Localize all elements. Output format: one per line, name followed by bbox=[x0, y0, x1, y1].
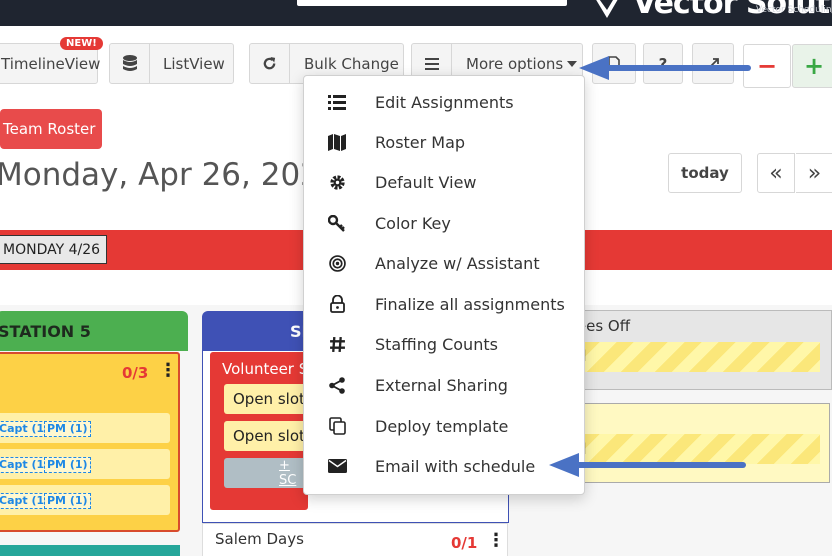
more-options-menu: Edit Assignments Roster Map Default View… bbox=[303, 75, 585, 495]
menu-item-label: Staffing Counts bbox=[375, 334, 498, 354]
menu-item-analyze-assistant[interactable]: Analyze w/ Assistant bbox=[304, 243, 584, 283]
day-label: MONDAY 4/26 bbox=[0, 235, 108, 264]
team-roster-button[interactable]: Team Roster bbox=[0, 109, 102, 149]
menu-item-staffing-counts[interactable]: Staffing Counts bbox=[304, 324, 584, 364]
menu-item-edit-assignments[interactable]: Edit Assignments bbox=[304, 82, 584, 122]
plus-label: + bbox=[803, 52, 825, 80]
top-navbar: Vector Solutions Vector Scheduling bbox=[0, 0, 832, 26]
menu-item-color-key[interactable]: Color Key bbox=[304, 203, 584, 243]
next-day-button[interactable]: » bbox=[796, 153, 832, 193]
copy-icon bbox=[326, 415, 348, 437]
new-badge: NEW! bbox=[60, 37, 103, 50]
hashtag-icon bbox=[326, 333, 348, 355]
timeline-view-label: TimelineView bbox=[1, 54, 101, 73]
pm-tag: PM (1) bbox=[44, 421, 91, 437]
list-view-label: ListView bbox=[163, 54, 225, 73]
salem-days-title: Salem Days bbox=[215, 530, 304, 548]
today-button[interactable]: today bbox=[668, 153, 742, 193]
next-station-card-edge bbox=[0, 545, 180, 556]
refresh-icon bbox=[250, 43, 290, 84]
open-slot[interactable]: Open slot bbox=[224, 421, 308, 451]
gear-icon bbox=[326, 171, 348, 193]
global-search-input[interactable] bbox=[297, 0, 567, 6]
station5-title: STATION 5 bbox=[0, 321, 91, 341]
menu-item-label: Edit Assignments bbox=[375, 92, 514, 112]
station5-header: STATION 5 bbox=[0, 311, 188, 351]
minus-label: − bbox=[756, 52, 778, 80]
menu-item-label: External Sharing bbox=[375, 375, 508, 395]
station5-count: 0/3 bbox=[122, 364, 149, 382]
more-options-label: More options bbox=[466, 54, 564, 73]
share-icon bbox=[326, 374, 348, 396]
employees-off-row[interactable] bbox=[566, 342, 820, 372]
menu-item-deploy-template[interactable]: Deploy template bbox=[304, 406, 584, 446]
lock-icon bbox=[326, 293, 348, 315]
key-icon bbox=[326, 212, 348, 234]
menu-item-email-schedule[interactable]: Email with schedule bbox=[304, 446, 584, 486]
salem-days-count: 0/1 bbox=[451, 534, 478, 552]
menu-item-finalize-assignments[interactable]: Finalize all assignments bbox=[304, 284, 584, 324]
target-icon bbox=[326, 252, 348, 274]
volunteer-card-title: Volunteer S bbox=[222, 360, 309, 378]
menu-item-label: Email with schedule bbox=[375, 456, 536, 476]
list-icon bbox=[326, 91, 348, 113]
pm-tag: PM (1) bbox=[44, 457, 91, 473]
station5-slot-row[interactable]: Capt (1) PM (1) bbox=[0, 485, 170, 515]
menu-item-default-view[interactable]: Default View bbox=[304, 162, 584, 202]
bulk-change-label: Bulk Change bbox=[304, 54, 399, 73]
open-slot[interactable]: Open slot bbox=[224, 384, 308, 414]
salem-kebab-icon[interactable]: ⋮ bbox=[487, 530, 505, 551]
envelope-icon bbox=[326, 455, 348, 477]
menu-item-label: Default View bbox=[375, 172, 477, 192]
add-slot-button[interactable]: + SC bbox=[224, 458, 308, 488]
menu-item-external-sharing[interactable]: External Sharing bbox=[304, 365, 584, 405]
prev-day-button[interactable]: « bbox=[757, 153, 795, 193]
map-icon bbox=[326, 131, 348, 153]
annotation-arrow-more-options bbox=[579, 56, 751, 80]
page-title: Monday, Apr 26, 2021 bbox=[0, 157, 340, 193]
menu-item-label: Deploy template bbox=[375, 416, 509, 436]
pm-tag: PM (1) bbox=[44, 493, 91, 509]
list-view-button[interactable]: ListView bbox=[109, 43, 234, 84]
station5-kebab-icon[interactable]: ⋮ bbox=[159, 360, 177, 381]
zoom-in-button[interactable]: + bbox=[792, 44, 832, 88]
menu-item-label: Roster Map bbox=[375, 132, 466, 152]
menu-item-label: Analyze w/ Assistant bbox=[375, 253, 540, 273]
menu-item-roster-map[interactable]: Roster Map bbox=[304, 122, 584, 162]
vector-logo-icon bbox=[596, 0, 618, 18]
database-icon bbox=[110, 43, 150, 84]
brand-subtitle: Vector Scheduling bbox=[756, 5, 832, 15]
menu-item-label: Color Key bbox=[375, 213, 451, 233]
menu-item-label: Finalize all assignments bbox=[375, 294, 565, 314]
station5-slot-row[interactable]: Capt (1) PM (1) bbox=[0, 413, 170, 443]
station5-slot-row[interactable]: Capt (1) PM (1) bbox=[0, 449, 170, 479]
annotation-arrow-email bbox=[549, 453, 746, 477]
